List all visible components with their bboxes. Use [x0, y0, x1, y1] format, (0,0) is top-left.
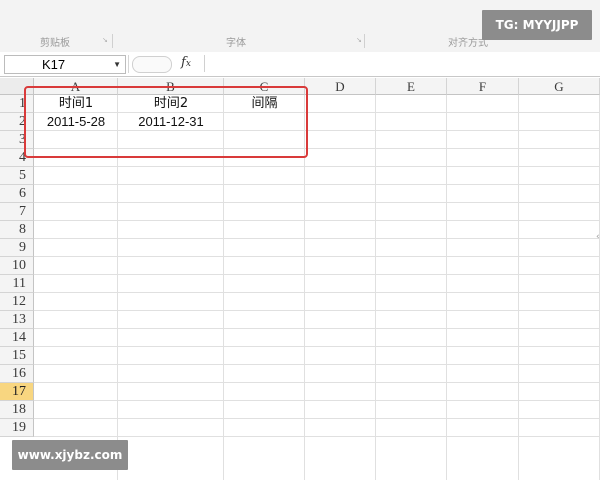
row-header-6[interactable]: 6 — [0, 185, 34, 203]
gridline — [34, 328, 600, 329]
gridline — [34, 346, 600, 347]
window-edge-marker: ‹ — [596, 232, 600, 242]
row-header-12[interactable]: 12 — [0, 293, 34, 311]
row-header-7[interactable]: 7 — [0, 203, 34, 221]
gridline — [34, 436, 600, 437]
gridline — [34, 292, 600, 293]
ribbon-separator — [112, 34, 113, 48]
row-header-10[interactable]: 10 — [0, 257, 34, 275]
gridline — [34, 202, 600, 203]
gridline — [34, 166, 600, 167]
dialog-launcher-icon[interactable]: ↘ — [356, 36, 362, 44]
ribbon-separator — [364, 34, 365, 48]
row-header-15[interactable]: 15 — [0, 347, 34, 365]
row-header-13[interactable]: 13 — [0, 311, 34, 329]
column-header-e[interactable]: E — [376, 78, 447, 95]
ribbon-group-font[interactable]: 字体 — [116, 34, 356, 48]
row-header-14[interactable]: 14 — [0, 329, 34, 347]
gridline — [34, 220, 600, 221]
formula-bar-separator — [128, 55, 129, 73]
dialog-launcher-icon[interactable]: ↘ — [102, 36, 108, 44]
name-box-value: K17 — [42, 57, 66, 72]
row-header-17[interactable]: 17 — [0, 383, 34, 401]
gridline — [34, 418, 600, 419]
row-header-8[interactable]: 8 — [0, 221, 34, 239]
row-header-11[interactable]: 11 — [0, 275, 34, 293]
gridline — [34, 238, 600, 239]
gridline — [375, 95, 376, 480]
formula-bar-splitter[interactable] — [132, 56, 172, 73]
column-header-d[interactable]: D — [305, 78, 376, 95]
row-header-16[interactable]: 16 — [0, 365, 34, 383]
row-header-5[interactable]: 5 — [0, 167, 34, 185]
gridline — [446, 95, 447, 480]
gridline — [34, 184, 600, 185]
gridline — [34, 364, 600, 365]
name-box[interactable]: K17 ▼ — [4, 55, 126, 74]
fx-icon[interactable]: fx — [181, 55, 191, 70]
formula-bar: K17 ▼ fx — [0, 52, 600, 77]
column-header-f[interactable]: F — [447, 78, 519, 95]
watermark-top: TG: MYYJJPP — [482, 10, 592, 40]
gridline — [34, 256, 600, 257]
column-header-g[interactable]: G — [519, 78, 600, 95]
gridline — [34, 382, 600, 383]
row-header-9[interactable]: 9 — [0, 239, 34, 257]
watermark-bottom: www.xjybz.com — [12, 440, 128, 470]
gridline — [34, 274, 600, 275]
formula-input[interactable] — [204, 55, 595, 72]
chevron-down-icon[interactable]: ▼ — [113, 56, 121, 73]
gridline — [34, 400, 600, 401]
gridline — [34, 310, 600, 311]
row-header-19[interactable]: 19 — [0, 419, 34, 437]
ribbon-group-clipboard[interactable]: 剪贴板 — [10, 34, 100, 48]
gridline — [518, 95, 519, 480]
row-header-18[interactable]: 18 — [0, 401, 34, 419]
red-highlight-box — [24, 86, 308, 158]
